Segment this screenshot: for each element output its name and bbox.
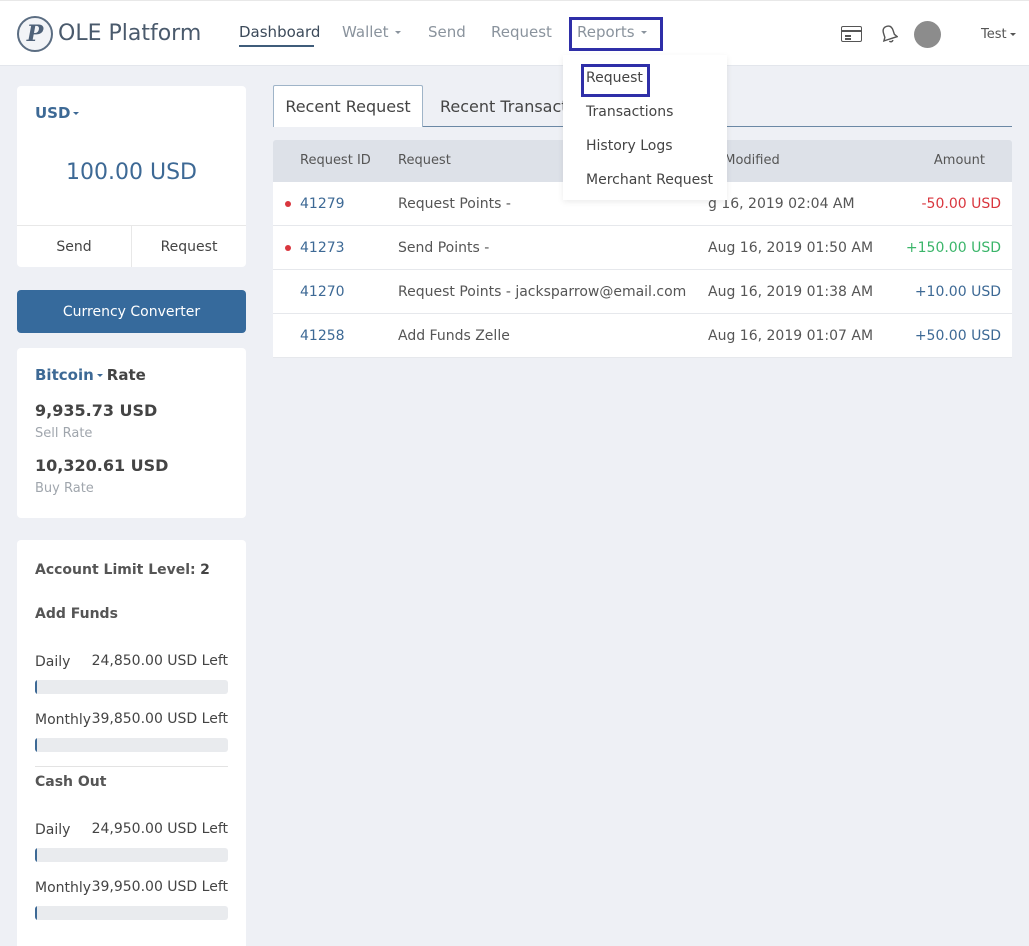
chevron-down-icon[interactable] xyxy=(96,374,103,377)
nav-request[interactable]: Request xyxy=(491,23,552,41)
card-icon[interactable] xyxy=(841,26,862,42)
limit-level-label: Account Limit Level: xyxy=(35,562,196,578)
currency-label: USD xyxy=(35,104,71,122)
row-request: Send Points - xyxy=(398,240,490,256)
row-amount: +50.00 USD xyxy=(914,328,1001,344)
add-funds-monthly-left: 39,850.00 USD Left xyxy=(91,711,228,727)
table-row[interactable]: 41270 Request Points - jacksparrow@email.… xyxy=(273,270,1012,314)
cash-out-monthly-left: 39,950.00 USD Left xyxy=(91,879,228,895)
cash-out-daily-progress xyxy=(35,848,228,862)
cash-out-monthly-progress xyxy=(35,906,228,920)
brand-name[interactable]: OLE Platform xyxy=(58,21,201,46)
user-name: Test xyxy=(981,27,1007,42)
limit-level-value: 2 xyxy=(200,562,210,578)
add-funds-monthly-progress xyxy=(35,738,228,752)
table-row[interactable]: 41258 Add Funds Zelle Aug 16, 2019 01:07 A… xyxy=(273,314,1012,358)
table-row[interactable]: 41273 Send Points - Aug 16, 2019 01:50 AM +… xyxy=(273,226,1012,270)
chevron-down-icon xyxy=(73,112,80,115)
progress-fill xyxy=(35,680,37,694)
menu-item-history-logs[interactable]: History Logs xyxy=(586,138,673,154)
currency-selector[interactable]: USD xyxy=(35,104,80,122)
cash-out-daily-label: Daily xyxy=(35,822,71,838)
currency-converter-button[interactable]: Currency Converter xyxy=(17,290,246,333)
row-request: Request Points - xyxy=(398,196,511,212)
progress-fill xyxy=(35,738,37,752)
cash-out-monthly-label: Monthly xyxy=(35,880,92,896)
table-body: 41279 Request Points - g 16, 2019 02:04 AM… xyxy=(273,182,1012,358)
send-button[interactable]: Send xyxy=(17,226,131,267)
reports-highlight-box xyxy=(569,17,663,51)
progress-fill xyxy=(35,848,37,862)
bell-icon[interactable] xyxy=(880,24,898,44)
nav-dashboard[interactable]: Dashboard xyxy=(239,23,320,41)
chevron-down-icon xyxy=(1009,33,1016,36)
row-request-id[interactable]: 41279 xyxy=(300,196,345,212)
account-limit-level: Account Limit Level: 2 xyxy=(35,562,210,578)
row-request-id[interactable]: 41258 xyxy=(300,328,345,344)
unread-dot-icon xyxy=(285,201,291,207)
sell-rate-label: Sell Rate xyxy=(35,426,93,441)
rate-card: Bitcoin Rate 9,935.73 USD Sell Rate 10,32… xyxy=(17,348,246,518)
add-funds-daily-label: Daily xyxy=(35,654,71,670)
row-amount: +150.00 USD xyxy=(905,240,1001,256)
progress-fill xyxy=(35,906,37,920)
menu-item-highlight-box xyxy=(581,64,650,97)
chevron-down-icon xyxy=(394,31,401,34)
header-request-id[interactable]: Request ID xyxy=(300,153,371,168)
divider xyxy=(35,766,228,767)
header-amount[interactable]: Amount xyxy=(934,153,985,168)
nav-active-underline xyxy=(239,45,314,47)
sell-rate-value: 9,935.73 USD xyxy=(35,401,158,420)
cash-out-title: Cash Out xyxy=(35,774,107,790)
nav-wallet[interactable]: Wallet xyxy=(342,23,401,41)
rate-title: Bitcoin Rate xyxy=(35,366,146,384)
top-navbar: P OLE Platform Dashboard Wallet Send Req… xyxy=(0,0,1029,66)
add-funds-monthly-label: Monthly xyxy=(35,712,92,728)
nav-send[interactable]: Send xyxy=(428,23,466,41)
reports-dropdown-menu: Request Transactions History Logs Mercha… xyxy=(563,55,727,200)
menu-item-merchant-request[interactable]: Merchant Request xyxy=(586,172,713,188)
row-request-id[interactable]: 41270 xyxy=(300,284,345,300)
request-button[interactable]: Request xyxy=(131,226,246,267)
row-last-modified: Aug 16, 2019 01:50 AM xyxy=(708,240,874,256)
top-border xyxy=(0,0,1029,4)
row-request: Request Points - jacksparrow@email.com xyxy=(398,284,687,300)
buy-rate-label: Buy Rate xyxy=(35,481,94,496)
row-request: Add Funds Zelle xyxy=(398,328,510,344)
buy-rate-value: 10,320.61 USD xyxy=(35,456,169,475)
row-amount: +10.00 USD xyxy=(914,284,1001,300)
tab-recent-request[interactable]: Recent Request xyxy=(273,85,423,127)
unread-dot-icon xyxy=(285,245,291,251)
coin-selector[interactable]: Bitcoin xyxy=(35,366,94,384)
balance-card: USD 100.00 USD Send Request xyxy=(17,86,246,267)
user-menu[interactable]: Test xyxy=(981,27,1016,42)
row-amount: -50.00 USD xyxy=(921,196,1002,212)
nav-wallet-label: Wallet xyxy=(342,23,389,41)
add-funds-daily-progress xyxy=(35,680,228,694)
row-last-modified: Aug 16, 2019 01:07 AM xyxy=(708,328,874,344)
add-funds-title: Add Funds xyxy=(35,606,118,622)
add-funds-daily-left: 24,850.00 USD Left xyxy=(91,653,228,669)
header-request[interactable]: Request xyxy=(398,153,451,168)
balance-amount: 100.00 USD xyxy=(66,160,197,185)
row-last-modified: g 16, 2019 02:04 AM xyxy=(708,196,855,212)
balance-actions: Send Request xyxy=(17,225,246,267)
tab-recent-transactions[interactable]: Recent Transactio xyxy=(440,85,582,127)
avatar[interactable] xyxy=(914,21,941,48)
account-limit-card: Account Limit Level: 2 Add Funds Daily 2… xyxy=(17,540,246,946)
brand-logo-icon[interactable]: P xyxy=(17,16,53,52)
rate-title-suffix: Rate xyxy=(106,366,146,384)
cash-out-daily-left: 24,950.00 USD Left xyxy=(91,821,228,837)
row-last-modified: Aug 16, 2019 01:38 AM xyxy=(708,284,874,300)
menu-item-transactions[interactable]: Transactions xyxy=(586,104,673,120)
logo-letter: P xyxy=(26,21,44,47)
row-request-id[interactable]: 41273 xyxy=(300,240,345,256)
